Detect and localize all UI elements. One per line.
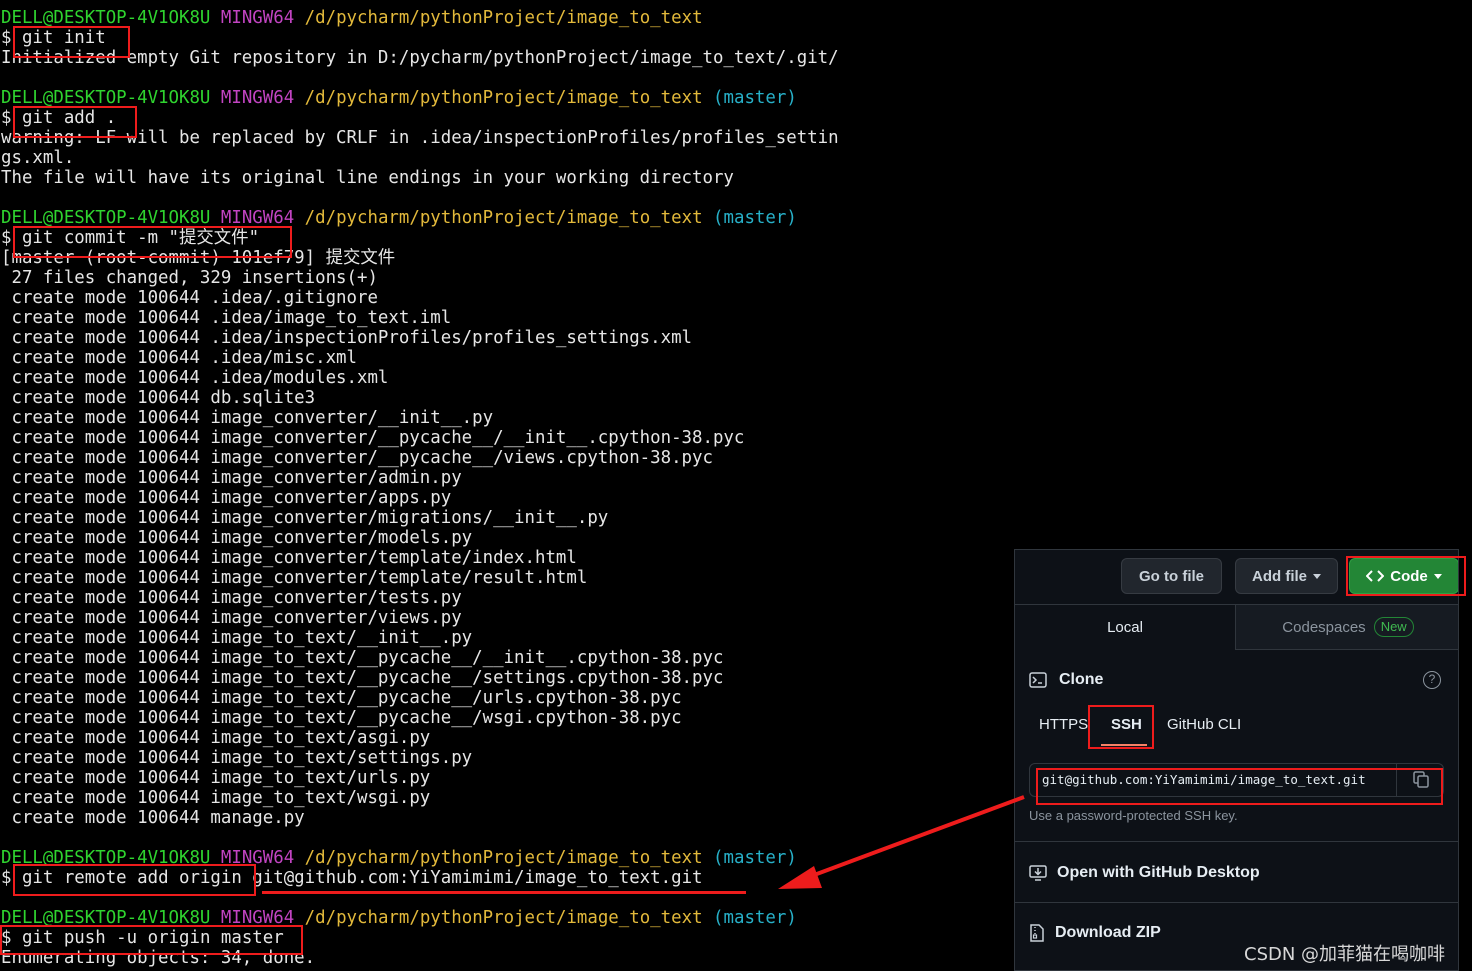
new-badge: New <box>1373 617 1414 637</box>
output-line: gs.xml. <box>1 148 75 168</box>
prompt-branch: (master) <box>713 208 797 228</box>
prompt-user: DELL@DESKTOP-4V1OK8U <box>1 208 211 228</box>
highlight-git-push <box>0 925 303 955</box>
output-line: create mode 100644 .idea/modules.xml <box>1 368 389 388</box>
prompt-user: DELL@DESKTOP-4V1OK8U <box>1 8 211 28</box>
command-line: $ git init <box>1 28 106 48</box>
chevron-down-icon <box>1313 573 1321 579</box>
add-file-label: Add file <box>1252 567 1307 585</box>
output-line: create mode 100644 image_converter/__pyc… <box>1 448 713 468</box>
help-icon[interactable]: ? <box>1423 671 1441 689</box>
download-zip[interactable]: Download ZIP <box>1029 920 1161 946</box>
prompt-line: DELL@DESKTOP-4V1OK8U MINGW64 /d/pycharm/… <box>0 88 1010 108</box>
output-line: create mode 100644 image_to_text/__pycac… <box>1 688 682 708</box>
terminal-icon <box>1029 672 1047 688</box>
prompt-branch: (master) <box>713 88 797 108</box>
clone-tabs: Local Codespaces New <box>1015 605 1458 650</box>
prompt-line: DELL@DESKTOP-4V1OK8U MINGW64 /d/pycharm/… <box>0 8 1010 28</box>
output-line: create mode 100644 image_to_text/urls.py <box>1 768 431 788</box>
output-line: create mode 100644 image_converter/templ… <box>1 568 588 588</box>
output-line: warning: LF will be replaced by CRLF in … <box>1 128 839 148</box>
file-zip-icon <box>1030 924 1044 942</box>
output-line: create mode 100644 image_to_text/__pycac… <box>1 648 724 668</box>
output-line: create mode 100644 image_converter/__ini… <box>1 408 494 428</box>
go-to-file-button[interactable]: Go to file <box>1121 558 1222 594</box>
github-code-panel: Go to file Add file Code Local Codespace… <box>1014 549 1459 971</box>
prompt-shell: MINGW64 <box>220 88 295 108</box>
clone-header: Clone <box>1029 668 1103 692</box>
output-line: create mode 100644 .idea/misc.xml <box>1 348 357 368</box>
output-line: create mode 100644 .idea/.gitignore <box>1 288 378 308</box>
divider <box>1015 902 1458 903</box>
highlight-clone-url <box>1036 768 1443 805</box>
output-line: create mode 100644 image_to_text/__pycac… <box>1 708 682 728</box>
highlight-code-button <box>1346 556 1466 596</box>
divider <box>1015 841 1458 842</box>
desktop-download-icon <box>1029 865 1047 881</box>
prompt-branch: (master) <box>713 908 797 928</box>
output-line: create mode 100644 image_converter/tests… <box>1 588 462 608</box>
output-line: create mode 100644 image_converter/migra… <box>1 508 609 528</box>
clone-title: Clone <box>1059 671 1104 688</box>
highlight-ssh-tab <box>1088 705 1154 749</box>
output-line: create mode 100644 image_converter/templ… <box>1 548 577 568</box>
output-line: create mode 100644 .idea/image_to_text.i… <box>1 308 452 328</box>
prompt-path: /d/pycharm/pythonProject/image_to_text <box>304 908 703 928</box>
output-line: Initialized empty Git repository in D:/p… <box>1 48 839 68</box>
open-with-github-desktop[interactable]: Open with GitHub Desktop <box>1029 860 1260 886</box>
tab-codespaces-label: Codespaces <box>1282 618 1366 636</box>
output-line: create mode 100644 .idea/inspectionProfi… <box>1 328 693 348</box>
open-desktop-label: Open with GitHub Desktop <box>1057 864 1260 881</box>
tab-local-label: Local <box>1107 619 1143 636</box>
prompt-shell: MINGW64 <box>220 8 295 28</box>
highlight-remote-add <box>13 864 256 896</box>
prompt-shell: MINGW64 <box>220 208 295 228</box>
go-to-file-label: Go to file <box>1139 567 1204 585</box>
highlight-git-add <box>13 106 137 138</box>
prompt-branch: (master) <box>713 848 797 868</box>
download-zip-label: Download ZIP <box>1055 924 1161 941</box>
output-line: create mode 100644 image_converter/admin… <box>1 468 462 488</box>
output-line: create mode 100644 manage.py <box>1 808 305 828</box>
output-line: create mode 100644 image_to_text/__pycac… <box>1 668 724 688</box>
prompt-user: DELL@DESKTOP-4V1OK8U <box>1 88 211 108</box>
output-line: create mode 100644 image_to_text/setting… <box>1 748 473 768</box>
highlight-git-init <box>13 26 130 58</box>
prompt-path: /d/pycharm/pythonProject/image_to_text <box>304 848 703 868</box>
csdn-watermark: CSDN @加菲猫在喝咖啡 <box>1244 944 1446 965</box>
add-file-button[interactable]: Add file <box>1235 558 1338 594</box>
terminal-window: DELL@DESKTOP-4V1OK8U MINGW64 /d/pycharm/… <box>0 8 1010 968</box>
output-line: 27 files changed, 329 insertions(+) <box>1 268 378 288</box>
output-line: create mode 100644 image_to_text/__init_… <box>1 628 473 648</box>
tab-codespaces[interactable]: Codespaces New <box>1236 605 1458 649</box>
protocol-tab-github-cli[interactable]: GitHub CLI <box>1167 716 1241 740</box>
output-line: create mode 100644 image_to_text/asgi.py <box>1 728 431 748</box>
prompt-path: /d/pycharm/pythonProject/image_to_text <box>304 208 703 228</box>
highlight-remote-url-underline <box>262 891 746 894</box>
output-line: The file will have its original line end… <box>1 168 734 188</box>
output-line: create mode 100644 image_converter/apps.… <box>1 488 452 508</box>
prompt-line: DELL@DESKTOP-4V1OK8U MINGW64 /d/pycharm/… <box>0 208 1010 228</box>
output-line: create mode 100644 image_converter/__pyc… <box>1 428 745 448</box>
output-line: create mode 100644 image_to_text/wsgi.py <box>1 788 431 808</box>
tab-local[interactable]: Local <box>1015 605 1236 650</box>
highlight-git-commit <box>13 226 292 258</box>
output-line: create mode 100644 db.sqlite3 <box>1 388 316 408</box>
ssh-key-hint: Use a password-protected SSH key. <box>1029 808 1238 823</box>
prompt-path: /d/pycharm/pythonProject/image_to_text <box>304 88 703 108</box>
output-line: create mode 100644 image_converter/model… <box>1 528 473 548</box>
protocol-tab-https[interactable]: HTTPS <box>1039 716 1088 740</box>
command-line: $ git add . <box>1 108 117 128</box>
output-line: create mode 100644 image_converter/views… <box>1 608 462 628</box>
prompt-path: /d/pycharm/pythonProject/image_to_text <box>304 8 703 28</box>
